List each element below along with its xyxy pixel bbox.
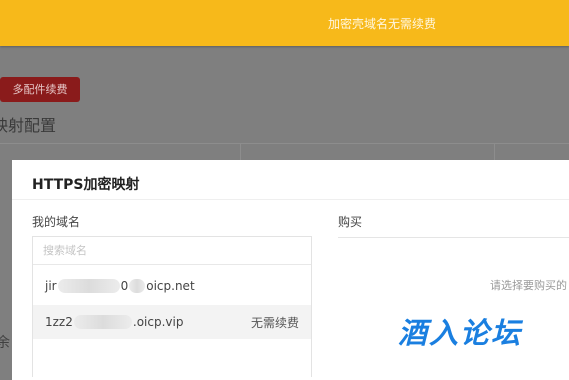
top-notice-bar: 加密壳域名无需续费 [0, 0, 569, 46]
domain-name: 1zz2 .oicp.vip [45, 314, 184, 330]
domain-name: jir 0 oicp.net [45, 278, 195, 294]
top-notice-text: 加密壳域名无需续费 [328, 17, 437, 31]
renew-badge-button[interactable]: 多配件续费 [0, 77, 80, 102]
buy-hint-text: 请选择要购买的 [490, 279, 567, 292]
divider-tick [494, 143, 495, 161]
domain-list-item[interactable]: jir 0 oicp.net [33, 269, 311, 303]
redacted-blur [57, 279, 120, 294]
my-domains-label: 我的域名 [32, 215, 81, 229]
page-heading: 映射配置 [0, 116, 57, 135]
domain-list-item[interactable]: 1zz2 .oicp.vip 无需续费 [33, 305, 311, 339]
domain-list-panel: jir0oicp.net 1zz2.oicp.vip 无需续费 [32, 236, 312, 377]
forum-watermark: 酒入论坛 [398, 316, 523, 350]
dialog-header-divider [12, 199, 569, 200]
divider [0, 143, 569, 144]
dialog-title: HTTPS加密映射 [32, 177, 140, 193]
domain-status: 无需续费 [250, 315, 299, 330]
redacted-blur [73, 315, 132, 330]
buy-label: 购买 [338, 215, 363, 229]
divider-tick [240, 143, 241, 161]
buy-divider [338, 237, 569, 238]
domain-search-input[interactable] [33, 237, 311, 265]
background-text: 余 [0, 335, 10, 351]
redacted-blur [129, 279, 146, 294]
